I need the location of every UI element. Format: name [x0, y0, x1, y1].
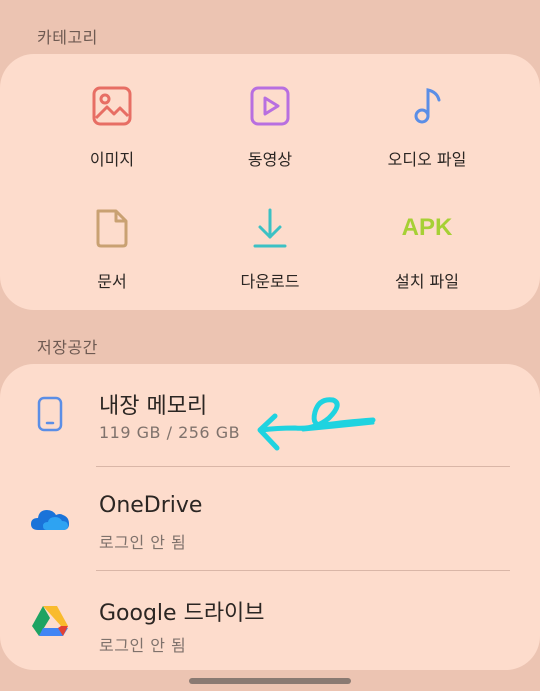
- storage-title: OneDrive: [99, 493, 203, 518]
- annotation-arrow-icon: [257, 397, 376, 451]
- category-label: 설치 파일: [395, 272, 459, 291]
- category-audio[interactable]: 오디오 파일: [337, 82, 517, 170]
- category-documents[interactable]: 문서: [22, 204, 202, 292]
- category-images[interactable]: 이미지: [22, 82, 202, 170]
- storage-subtitle: 119 GB / 256 GB: [99, 423, 241, 442]
- apk-badge: APK: [401, 214, 453, 241]
- storage-title: 내장 메모리: [99, 394, 208, 419]
- download-icon: [180, 204, 360, 252]
- video-icon: [180, 82, 360, 130]
- image-icon: [22, 82, 202, 130]
- category-downloads[interactable]: 다운로드: [180, 204, 360, 292]
- category-label: 다운로드: [240, 272, 300, 291]
- music-note-icon: [337, 82, 517, 130]
- apk-icon: APK: [337, 204, 517, 252]
- storage-onedrive[interactable]: OneDrive 로그인 안 됨: [0, 467, 540, 569]
- storage-title: Google 드라이브: [99, 601, 265, 626]
- onedrive-cloud-icon: [28, 497, 72, 541]
- category-label: 동영상: [247, 150, 293, 169]
- storage-subtitle: 로그인 안 됨: [99, 636, 187, 655]
- categories-header: 카테고리: [37, 28, 98, 47]
- phone-icon: [28, 392, 72, 436]
- home-indicator[interactable]: [189, 678, 351, 684]
- storage-google-drive[interactable]: Google 드라이브 로그인 안 됨: [0, 571, 540, 673]
- category-installers[interactable]: APK 설치 파일: [337, 204, 517, 292]
- category-label: 오디오 파일: [387, 150, 467, 169]
- categories-card: 이미지 동영상 오디오 파일 문서 다운로드 APK 설치 파일: [0, 54, 540, 310]
- storage-subtitle: 로그인 안 됨: [99, 533, 187, 552]
- google-drive-icon: [28, 599, 72, 643]
- document-icon: [22, 204, 202, 252]
- category-label: 이미지: [89, 150, 135, 169]
- category-videos[interactable]: 동영상: [180, 82, 360, 170]
- storage-header: 저장공간: [37, 338, 98, 357]
- category-label: 문서: [97, 272, 127, 291]
